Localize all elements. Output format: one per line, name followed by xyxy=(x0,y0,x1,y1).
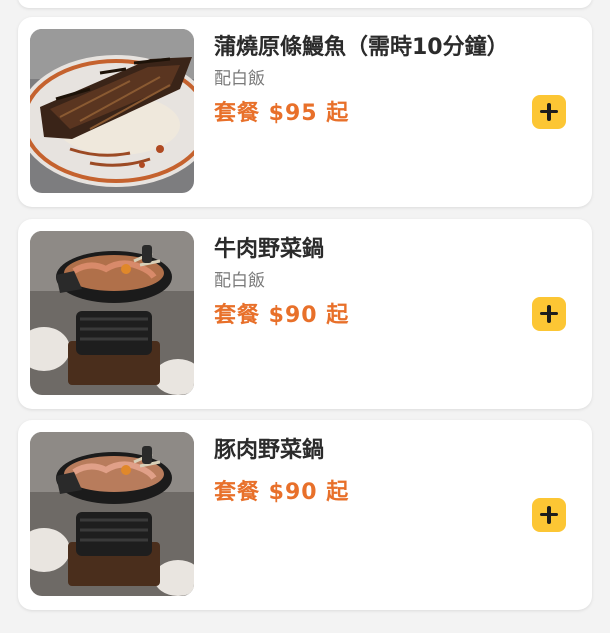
dish-note: 配白飯 xyxy=(214,69,265,89)
add-to-cart-button-eel[interactable] xyxy=(532,95,566,129)
grilled-eel-rice-photo xyxy=(30,29,194,193)
dish-name: 蒲燒原條鰻魚（需時10分鐘） xyxy=(214,35,509,60)
previous-menu-card-edge xyxy=(18,0,592,8)
menu-item-card-beef-hotpot[interactable]: 牛肉野菜鍋 配白飯 套餐 $90 起 xyxy=(18,219,592,409)
pork-hotpot-photo xyxy=(30,432,194,596)
dish-note: 配白飯 xyxy=(214,271,265,291)
dish-image-eel xyxy=(30,29,194,193)
dish-price: 套餐 $90 起 xyxy=(214,480,350,505)
menu-item-card-pork-hotpot[interactable]: 豚肉野菜鍋 套餐 $90 起 xyxy=(18,420,592,610)
dish-info-eel: 蒲燒原條鰻魚（需時10分鐘） 配白飯 套餐 $95 起 xyxy=(214,31,509,129)
add-to-cart-button-beef-hotpot[interactable] xyxy=(532,297,566,331)
dish-name: 豚肉野菜鍋 xyxy=(214,438,325,463)
beef-hotpot-photo xyxy=(30,231,194,395)
add-to-cart-button-pork-hotpot[interactable] xyxy=(532,498,566,532)
dish-info-beef-hotpot: 牛肉野菜鍋 配白飯 套餐 $90 起 xyxy=(214,233,504,331)
dish-price: 套餐 $95 起 xyxy=(214,101,350,126)
dish-image-pork-hotpot xyxy=(30,432,194,596)
dish-name: 牛肉野菜鍋 xyxy=(214,237,325,262)
dish-image-beef-hotpot xyxy=(30,231,194,395)
dish-price: 套餐 $90 起 xyxy=(214,303,350,328)
dish-info-pork-hotpot: 豚肉野菜鍋 套餐 $90 起 xyxy=(214,434,504,508)
menu-item-card-eel[interactable]: 蒲燒原條鰻魚（需時10分鐘） 配白飯 套餐 $95 起 xyxy=(18,17,592,207)
